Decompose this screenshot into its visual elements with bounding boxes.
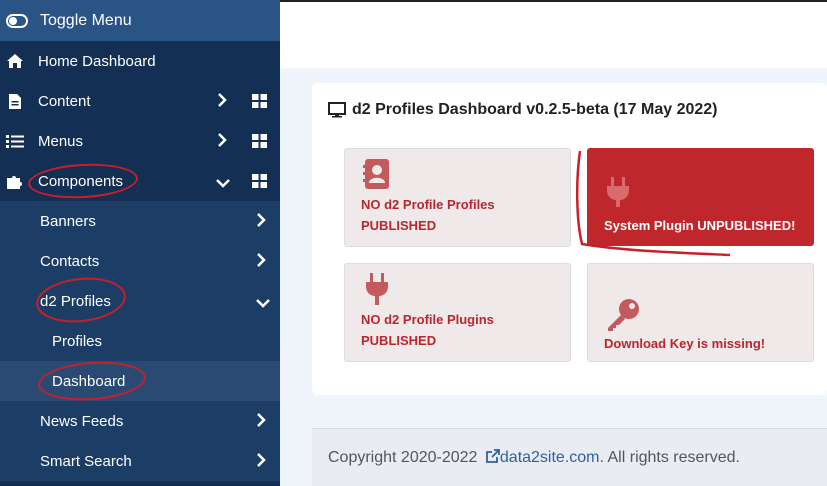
sidebar-item-content[interactable]: Content [0,81,280,121]
plug-icon [365,273,389,311]
tile-text-line1: Download Key is missing! [604,336,766,351]
sidebar-item-profiles[interactable]: Profiles [0,321,280,361]
chevron-down-icon[interactable] [216,175,230,192]
chevron-right-icon[interactable] [256,213,266,231]
annotation-circle [27,161,139,201]
sidebar-item-label: Home Dashboard [38,52,156,70]
footer-link[interactable]: data2site.com [500,449,600,466]
sidebar-item-home-dashboard[interactable]: Home Dashboard [0,41,280,81]
toggle-menu-button[interactable]: Toggle Menu [0,0,280,41]
sidebar-item-d2-profiles[interactable]: d2 Profiles [0,273,280,327]
tile-download-key-status[interactable]: Download Key is missing! [587,263,814,362]
desktop-icon [328,102,346,118]
sidebar-item-label: Profiles [52,332,103,350]
chevron-right-icon[interactable] [256,253,266,271]
annotation-circle [36,358,148,404]
header-band [280,0,827,68]
grid-icon[interactable] [252,174,267,192]
chevron-down-icon[interactable] [256,295,270,312]
sidebar-item-smart-search[interactable]: Smart Search [0,441,280,481]
chevron-right-icon[interactable] [256,453,266,471]
card-title: d2 Profiles Dashboard v0.2.5-beta (17 Ma… [328,101,717,119]
tile-text-line2: PUBLISHED [361,218,437,233]
sidebar-item-components[interactable]: Components [0,161,280,201]
card-title-text: d2 Profiles Dashboard v0.2.5-beta (17 Ma… [352,101,718,118]
tile-profiles-status[interactable]: NO d2 Profile Profiles PUBLISHED [344,148,571,247]
list-icon [5,134,25,149]
sidebar-item-contacts[interactable]: Contacts [0,241,280,281]
annotation-circle [33,273,129,327]
sidebar-item-news-feeds[interactable]: News Feeds [0,401,280,441]
puzzle-icon [5,173,25,190]
sidebar: Toggle Menu Home Dashboard Content Menus [0,0,280,486]
sidebar-item-label: Smart Search [40,452,132,470]
tile-text-line1: NO d2 Profile Profiles [361,197,495,212]
chevron-right-icon[interactable] [217,93,227,111]
key-icon [606,298,640,338]
home-icon [5,53,25,69]
tile-text-line1: NO d2 Profile Plugins [361,312,494,327]
chevron-right-icon[interactable] [256,413,266,431]
sidebar-item-banners[interactable]: Banners [0,201,280,241]
footer-suffix: . All rights reserved. [599,449,741,466]
footer: Copyright 2020-2022 data2site.com. All r… [312,428,827,486]
grid-icon[interactable] [252,94,267,112]
address-book-icon [363,158,391,196]
footer-copyright: Copyright 2020-2022 [328,449,478,466]
chevron-right-icon[interactable] [217,133,227,151]
external-link-icon [485,449,500,463]
sidebar-item-dashboard[interactable]: Dashboard [0,358,280,404]
sidebar-item-label: Contacts [40,252,100,270]
sidebar-item-label: Menus [38,132,84,150]
components-submenu: Banners Contacts d2 Profiles Profiles Da… [0,201,280,481]
sidebar-item-label: Content [38,92,91,110]
sidebar-item-label: Banners [40,212,96,230]
toggle-icon [6,13,28,28]
grid-icon[interactable] [252,134,267,152]
file-icon [5,93,25,110]
tile-plugins-status[interactable]: NO d2 Profile Plugins PUBLISHED [344,263,571,362]
annotation-underline [575,150,731,257]
sidebar-item-menus[interactable]: Menus [0,121,280,161]
tile-text-line2: PUBLISHED [361,333,437,348]
sidebar-item-label: News Feeds [40,412,124,430]
toggle-menu-label: Toggle Menu [40,11,132,29]
dashboard-card: d2 Profiles Dashboard v0.2.5-beta (17 Ma… [312,83,827,395]
